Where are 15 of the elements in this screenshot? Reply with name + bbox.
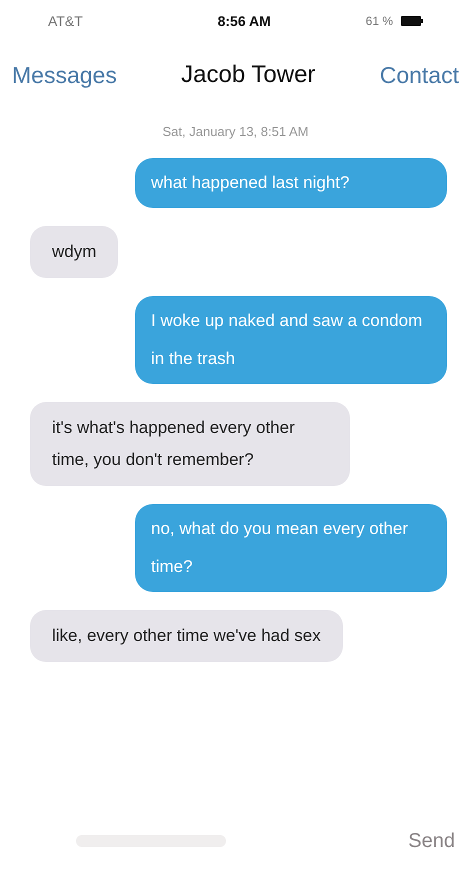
contact-name: Jacob Tower [181,60,316,90]
received-message-bubble: it's what's happened every other time, you don't remember? [30,402,350,486]
battery-icon [401,16,423,26]
received-message-bubble: wdym [30,226,118,278]
clock-time: 8:56 AM [216,12,271,30]
message-timestamp: Sat, January 13, 8:51 AM [162,123,308,141]
back-button[interactable]: Messages [12,58,117,92]
sent-message-bubble: what happened last night? [135,158,447,208]
contact-button[interactable]: Contact [380,58,459,92]
sent-message-bubble: no, what do you mean every other time? [135,504,447,592]
carrier-label: AT&T [48,12,83,30]
received-message-bubble: like, every other time we've had sex [30,610,343,662]
send-button[interactable]: Send [408,826,455,856]
sent-message-bubble: I woke up naked and saw a condom in the trash [135,296,447,384]
battery-percent: 61 % [366,13,393,30]
